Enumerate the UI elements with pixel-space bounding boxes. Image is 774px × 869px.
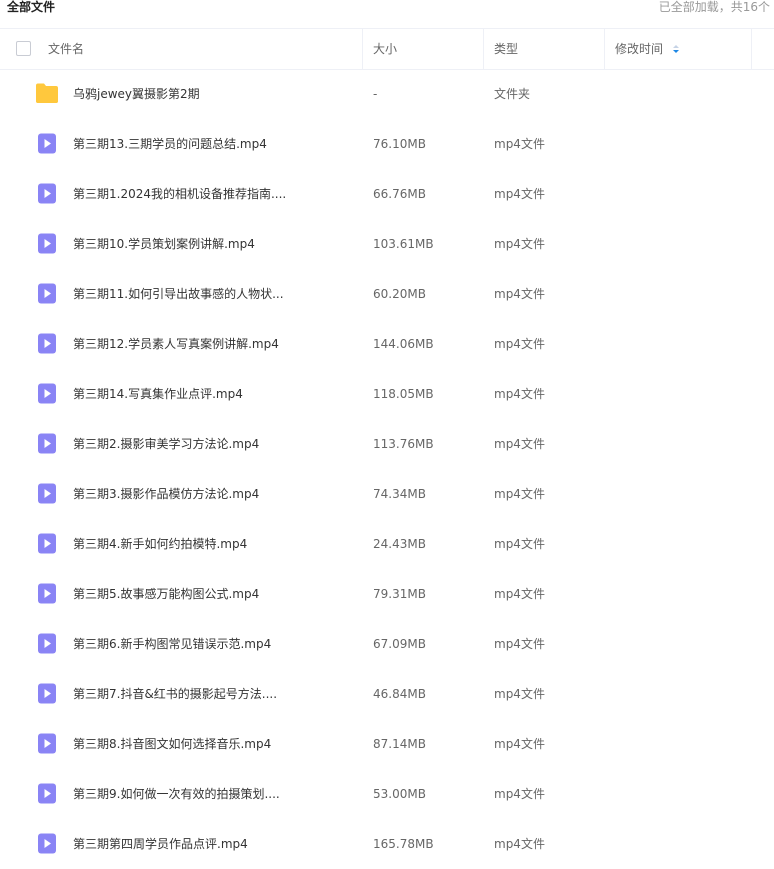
file-row-1[interactable]: 乌鸦jewey翼摄影第2期 - 文件夹 xyxy=(0,69,774,119)
file-row-13[interactable]: 第三期7.抖音&红书的摄影起号方法.... 46.84MB mp4文件 xyxy=(0,669,774,719)
file-name[interactable]: 第三期5.故事感万能构图公式.mp4 xyxy=(73,569,259,619)
file-name[interactable]: 第三期12.学员素人写真案例讲解.mp4 xyxy=(73,319,279,369)
file-type: mp4文件 xyxy=(494,687,545,701)
file-list: 乌鸦jewey翼摄影第2期 - 文件夹 第三期13.三期学员的问题总结.mp4 … xyxy=(0,69,774,869)
file-size: 76.10MB xyxy=(373,137,426,151)
video-file-icon xyxy=(37,483,57,504)
column-header-modified[interactable]: 修改时间 xyxy=(615,29,680,69)
file-name[interactable]: 第三期2.摄影审美学习方法论.mp4 xyxy=(73,419,259,469)
file-size: 113.76MB xyxy=(373,437,434,451)
file-size: 53.00MB xyxy=(373,787,426,801)
video-file-icon xyxy=(37,833,57,854)
file-type: mp4文件 xyxy=(494,387,545,401)
file-row-10[interactable]: 第三期4.新手如何约拍模特.mp4 24.43MB mp4文件 xyxy=(0,519,774,569)
file-size: 46.84MB xyxy=(373,687,426,701)
file-size: 67.09MB xyxy=(373,637,426,651)
file-type: mp4文件 xyxy=(494,187,545,201)
sort-descending-icon[interactable] xyxy=(673,45,680,54)
file-name[interactable]: 第三期3.摄影作品模仿方法论.mp4 xyxy=(73,469,259,519)
file-type: mp4文件 xyxy=(494,287,545,301)
video-file-icon xyxy=(37,283,57,304)
column-header-modified-label: 修改时间 xyxy=(615,42,664,56)
file-size: 24.43MB xyxy=(373,537,426,551)
column-header-name[interactable]: 文件名 xyxy=(48,29,84,69)
video-file-icon xyxy=(37,183,57,204)
video-file-icon xyxy=(37,433,57,454)
file-size: 66.76MB xyxy=(373,187,426,201)
file-row-12[interactable]: 第三期6.新手构图常见错误示范.mp4 67.09MB mp4文件 xyxy=(0,619,774,669)
column-divider[interactable] xyxy=(751,29,752,69)
file-size: 79.31MB xyxy=(373,587,426,601)
file-row-4[interactable]: 第三期10.学员策划案例讲解.mp4 103.61MB mp4文件 xyxy=(0,219,774,269)
file-type: mp4文件 xyxy=(494,537,545,551)
file-row-9[interactable]: 第三期3.摄影作品模仿方法论.mp4 74.34MB mp4文件 xyxy=(0,469,774,519)
file-row-3[interactable]: 第三期1.2024我的相机设备推荐指南.... 66.76MB mp4文件 xyxy=(0,169,774,219)
file-list-header: 文件名 大小 类型 修改时间 xyxy=(0,28,774,70)
file-row-7[interactable]: 第三期14.写真集作业点评.mp4 118.05MB mp4文件 xyxy=(0,369,774,419)
video-file-icon xyxy=(37,783,57,804)
column-divider[interactable] xyxy=(483,29,484,69)
file-type: mp4文件 xyxy=(494,737,545,751)
file-size: 74.34MB xyxy=(373,487,426,501)
file-type: mp4文件 xyxy=(494,237,545,251)
file-size: 87.14MB xyxy=(373,737,426,751)
file-name[interactable]: 第三期13.三期学员的问题总结.mp4 xyxy=(73,119,267,169)
file-row-6[interactable]: 第三期12.学员素人写真案例讲解.mp4 144.06MB mp4文件 xyxy=(0,319,774,369)
file-name[interactable]: 乌鸦jewey翼摄影第2期 xyxy=(73,69,200,119)
video-file-icon xyxy=(37,733,57,754)
file-row-5[interactable]: 第三期11.如何引导出故事感的人物状... 60.20MB mp4文件 xyxy=(0,269,774,319)
file-type: 文件夹 xyxy=(494,87,531,101)
load-status-text: 已全部加载，共16个 xyxy=(658,0,770,14)
file-size: 60.20MB xyxy=(373,287,426,301)
file-name[interactable]: 第三期4.新手如何约拍模特.mp4 xyxy=(73,519,247,569)
breadcrumb-all-files[interactable]: 全部文件 xyxy=(7,0,55,14)
file-size: 118.05MB xyxy=(373,387,434,401)
file-row-2[interactable]: 第三期13.三期学员的问题总结.mp4 76.10MB mp4文件 xyxy=(0,119,774,169)
file-row-15[interactable]: 第三期9.如何做一次有效的拍摄策划.... 53.00MB mp4文件 xyxy=(0,769,774,819)
video-file-icon xyxy=(37,333,57,354)
file-row-16[interactable]: 第三期第四周学员作品点评.mp4 165.78MB mp4文件 xyxy=(0,819,774,869)
file-name[interactable]: 第三期11.如何引导出故事感的人物状... xyxy=(73,269,284,319)
file-type: mp4文件 xyxy=(494,437,545,451)
file-size: 144.06MB xyxy=(373,337,434,351)
file-name[interactable]: 第三期9.如何做一次有效的拍摄策划.... xyxy=(73,769,280,819)
file-type: mp4文件 xyxy=(494,337,545,351)
video-file-icon xyxy=(37,533,57,554)
file-name[interactable]: 第三期第四周学员作品点评.mp4 xyxy=(73,819,248,869)
folder-icon xyxy=(35,82,59,104)
file-name[interactable]: 第三期7.抖音&红书的摄影起号方法.... xyxy=(73,669,277,719)
file-size: 103.61MB xyxy=(373,237,434,251)
select-all-checkbox[interactable] xyxy=(16,41,31,56)
file-name[interactable]: 第三期6.新手构图常见错误示范.mp4 xyxy=(73,619,271,669)
file-type: mp4文件 xyxy=(494,637,545,651)
file-name[interactable]: 第三期1.2024我的相机设备推荐指南.... xyxy=(73,169,286,219)
video-file-icon xyxy=(37,683,57,704)
file-type: mp4文件 xyxy=(494,787,545,801)
video-file-icon xyxy=(37,383,57,404)
file-row-8[interactable]: 第三期2.摄影审美学习方法论.mp4 113.76MB mp4文件 xyxy=(0,419,774,469)
file-type: mp4文件 xyxy=(494,837,545,851)
file-name[interactable]: 第三期8.抖音图文如何选择音乐.mp4 xyxy=(73,719,271,769)
file-name[interactable]: 第三期10.学员策划案例讲解.mp4 xyxy=(73,219,255,269)
column-header-size[interactable]: 大小 xyxy=(373,29,397,69)
file-size: 165.78MB xyxy=(373,837,434,851)
top-bar: 全部文件 已全部加载，共16个 xyxy=(0,0,774,22)
video-file-icon xyxy=(37,233,57,254)
file-name[interactable]: 第三期14.写真集作业点评.mp4 xyxy=(73,369,243,419)
video-file-icon xyxy=(37,633,57,654)
file-type: mp4文件 xyxy=(494,587,545,601)
file-row-11[interactable]: 第三期5.故事感万能构图公式.mp4 79.31MB mp4文件 xyxy=(0,569,774,619)
file-row-14[interactable]: 第三期8.抖音图文如何选择音乐.mp4 87.14MB mp4文件 xyxy=(0,719,774,769)
column-divider[interactable] xyxy=(604,29,605,69)
column-divider[interactable] xyxy=(362,29,363,69)
video-file-icon xyxy=(37,133,57,154)
column-header-type[interactable]: 类型 xyxy=(494,29,518,69)
video-file-icon xyxy=(37,583,57,604)
file-type: mp4文件 xyxy=(494,137,545,151)
file-size: - xyxy=(373,87,378,101)
file-type: mp4文件 xyxy=(494,487,545,501)
